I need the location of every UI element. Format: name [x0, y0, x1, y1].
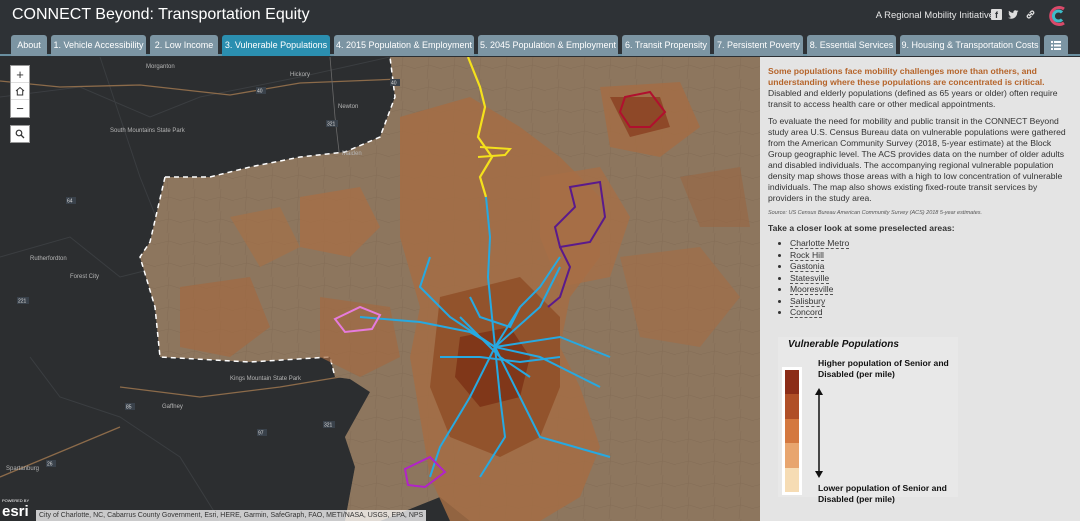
list-item[interactable]: Mooresville [790, 284, 1070, 295]
svg-text:85: 85 [126, 405, 132, 411]
area-link-concord[interactable]: Concord [790, 307, 823, 318]
svg-text:221: 221 [18, 299, 27, 305]
svg-text:Maiden: Maiden [342, 151, 362, 157]
panel-intro: Some populations face mobility challenge… [768, 66, 1070, 110]
area-link-charlotte-metro[interactable]: Charlotte Metro [790, 238, 850, 249]
app-tagline: A Regional Mobility Initiative [875, 10, 994, 21]
app-title: CONNECT Beyond: Transportation Equity [12, 6, 310, 23]
panel-intro-rest: Disabled and elderly populations (define… [768, 88, 1058, 109]
svg-text:64: 64 [67, 199, 73, 205]
twitter-icon[interactable] [1008, 9, 1019, 20]
area-link-mooresville[interactable]: Mooresville [790, 284, 834, 295]
tab-low-income[interactable]: 2. Low Income [150, 35, 218, 56]
panel-closer: Take a closer look at some preselected a… [768, 223, 955, 233]
legend-vulnerable-populations: Vulnerable Populations Higher population… [778, 337, 958, 504]
svg-text:Morganton: Morganton [146, 64, 175, 70]
story-tabs: About 1. Vehicle Accessibility 2. Low In… [0, 32, 1080, 56]
tab-vehicle-accessibility[interactable]: 1. Vehicle Accessibility [51, 35, 146, 56]
area-link-statesville[interactable]: Statesville [790, 272, 830, 284]
legend-double-arrow-icon [815, 388, 823, 478]
tab-2015-population-employment[interactable]: 4. 2015 Population & Employment [334, 35, 474, 56]
panel-body: To evaluate the need for mobility and pu… [768, 116, 1066, 203]
tab-housing-transportation-costs[interactable]: 9. Housing & Transportation Costs [900, 35, 1040, 56]
zoom-out-button[interactable]: − [11, 100, 29, 117]
map-search-button[interactable] [10, 125, 30, 143]
svg-text:40: 40 [257, 89, 263, 95]
connect-logo-icon [1049, 6, 1065, 26]
list-icon [1051, 41, 1061, 50]
zoom-in-button[interactable]: + [11, 66, 29, 83]
map-view[interactable]: Morganton Hickory Newton South Mountains… [0, 57, 760, 521]
tab-persistent-poverty[interactable]: 7. Persistent Poverty [714, 35, 803, 56]
svg-text:97: 97 [258, 431, 264, 437]
list-item[interactable]: Gastonia [790, 261, 1070, 272]
preselected-areas-list: Charlotte Metro Rock Hill Gastonia State… [790, 238, 1070, 318]
svg-text:Hickory: Hickory [290, 72, 310, 78]
svg-text:321: 321 [327, 122, 336, 128]
svg-text:26: 26 [47, 462, 53, 468]
legend-high-label: Higher population of Senior and Disabled… [818, 358, 949, 379]
tab-essential-services[interactable]: 8. Essential Services [807, 35, 896, 56]
zoom-controls: + − [10, 65, 30, 118]
home-icon [15, 86, 25, 96]
app-header: CONNECT Beyond: Transportation Equity A … [0, 0, 1080, 32]
tab-vulnerable-populations[interactable]: 3. Vulnerable Populations [222, 35, 330, 56]
legend-title: Vulnerable Populations [788, 339, 899, 350]
legend-swatch [785, 370, 799, 395]
map-attribution: City of Charlotte, NC, Cabarrus County G… [36, 510, 427, 521]
list-item[interactable]: Statesville [790, 272, 1070, 284]
area-link-rock-hill[interactable]: Rock Hill [790, 249, 824, 261]
panel-source: Source: US Census Bureau American Commun… [768, 210, 983, 216]
svg-text:Rutherfordton: Rutherfordton [30, 256, 67, 262]
search-icon [15, 129, 25, 139]
list-item[interactable]: Concord [790, 307, 1070, 318]
list-item[interactable]: Salisbury [790, 295, 1070, 307]
svg-text:40: 40 [391, 81, 397, 87]
tab-transit-propensity[interactable]: 6. Transit Propensity [622, 35, 710, 56]
tab-list-menu[interactable] [1044, 35, 1068, 56]
tab-2045-population-employment[interactable]: 5. 2045 Population & Employment [478, 35, 618, 56]
svg-text:Newton: Newton [338, 104, 358, 110]
tab-about[interactable]: About [11, 35, 47, 56]
legend-swatch [785, 394, 799, 419]
home-button[interactable] [11, 83, 29, 100]
map-canvas[interactable]: Morganton Hickory Newton South Mountains… [0, 57, 760, 521]
legend-swatch [785, 418, 799, 444]
list-item[interactable]: Rock Hill [790, 249, 1070, 261]
esri-logo: POWERED BY esri [2, 498, 30, 520]
svg-text:Gaffney: Gaffney [162, 404, 183, 410]
legend-color-scale [782, 367, 802, 495]
svg-text:Forest City: Forest City [70, 274, 99, 280]
share-icons: f [991, 9, 1036, 20]
svg-text:Spartanburg: Spartanburg [6, 466, 39, 472]
legend-swatch [785, 467, 799, 492]
svg-text:321: 321 [324, 423, 333, 429]
svg-text:South Mountains State Park: South Mountains State Park [110, 128, 186, 134]
area-link-gastonia[interactable]: Gastonia [790, 261, 825, 272]
legend-swatch [785, 443, 799, 468]
list-item[interactable]: Charlotte Metro [790, 238, 1070, 249]
panel-intro-highlight: Some populations face mobility challenge… [768, 66, 1045, 87]
link-icon[interactable] [1025, 9, 1036, 20]
svg-text:Kings Mountain State Park: Kings Mountain State Park [230, 376, 302, 382]
legend-low-label: Lower population of Senior and Disabled … [818, 483, 947, 504]
area-link-salisbury[interactable]: Salisbury [790, 295, 826, 307]
facebook-icon[interactable]: f [991, 9, 1002, 20]
